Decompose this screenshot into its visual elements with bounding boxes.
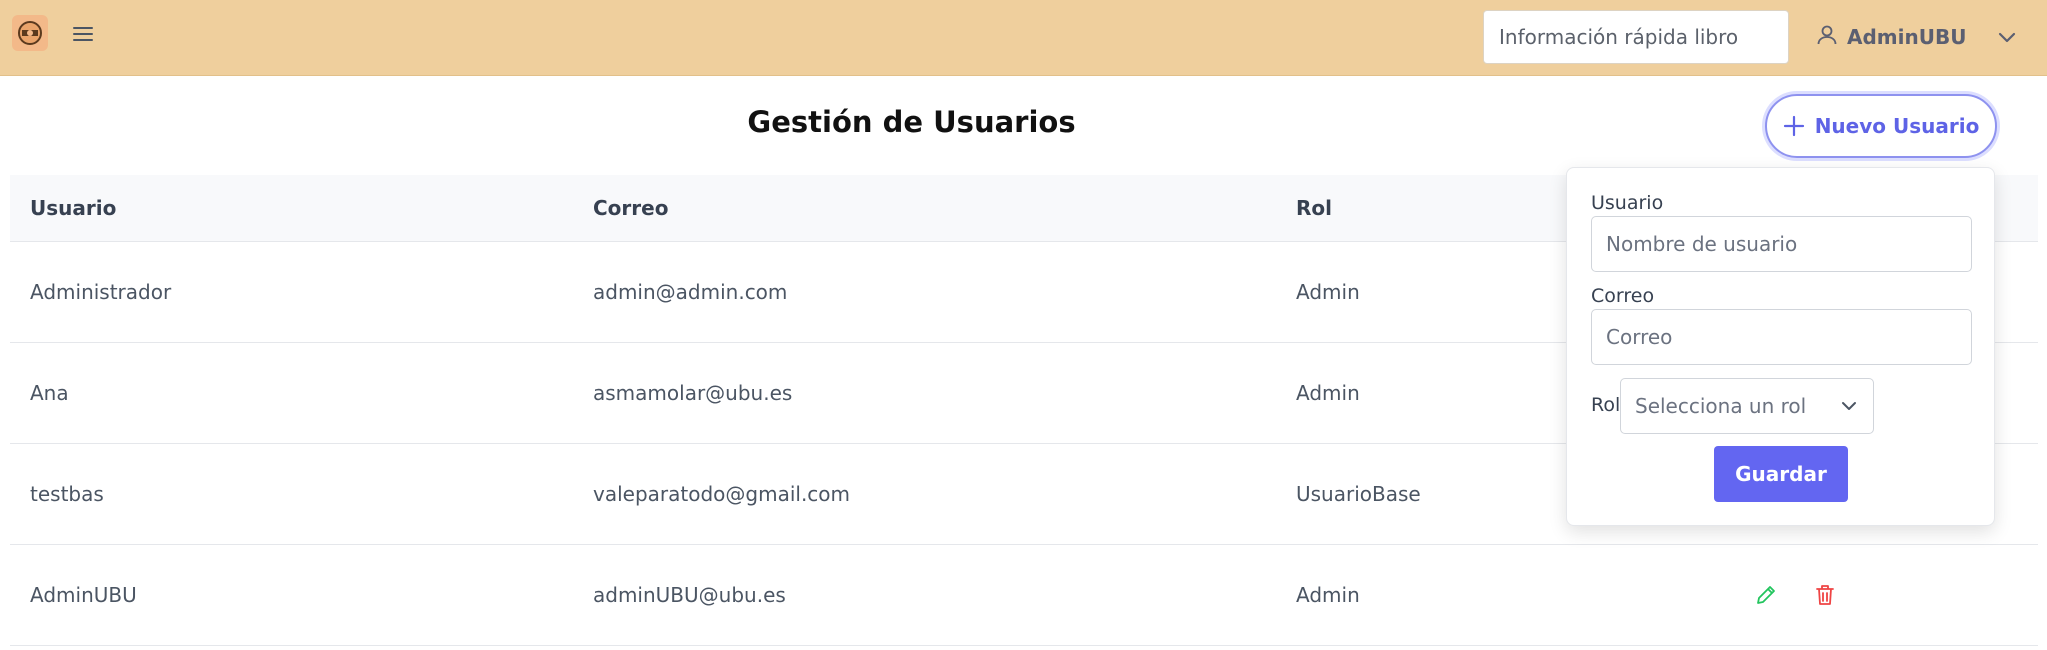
save-button[interactable]: Guardar	[1714, 446, 1848, 502]
chevron-down-icon[interactable]	[1994, 24, 2020, 50]
correo-label: Correo	[1591, 285, 1655, 307]
new-user-label: Nuevo Usuario	[1814, 114, 1980, 138]
cell-usuario: AdminUBU	[10, 544, 573, 646]
cell-actions	[1703, 544, 2038, 646]
usuario-label: Usuario	[1591, 192, 1664, 214]
username: AdminUBU	[1847, 25, 1967, 49]
cell-usuario: Administrador	[10, 241, 573, 343]
trash-icon[interactable]	[1814, 583, 1836, 607]
column-header-usuario: Usuario	[10, 175, 573, 242]
email-field[interactable]	[1591, 309, 1972, 365]
username-field[interactable]	[1591, 216, 1972, 272]
column-header-correo: Correo	[573, 175, 1276, 242]
role-select-value: Selecciona un rol	[1635, 394, 1807, 418]
page-title: Gestión de Usuarios	[747, 105, 1076, 139]
plus-icon	[1783, 115, 1805, 137]
rol-label: Rol	[1591, 394, 1621, 416]
quick-search-input[interactable]	[1483, 10, 1789, 64]
menu-icon[interactable]	[72, 23, 94, 45]
cell-rol: Admin	[1276, 544, 1703, 646]
top-navbar: AdminUBU	[0, 0, 2047, 76]
cell-correo: admin@admin.com	[573, 241, 1276, 343]
role-select[interactable]: Selecciona un rol	[1620, 378, 1874, 434]
cell-correo: asmamolar@ubu.es	[573, 342, 1276, 444]
pencil-icon[interactable]	[1754, 583, 1778, 607]
cell-correo: valeparatodo@gmail.com	[573, 443, 1276, 545]
cell-usuario: testbas	[10, 443, 573, 545]
new-user-form: Usuario Correo Rol Selecciona un rol Gua…	[1566, 167, 1995, 526]
table-row: AdminUBU adminUBU@ubu.es Admin	[10, 544, 2038, 646]
logo-icon[interactable]	[12, 15, 48, 51]
user-menu[interactable]: AdminUBU	[1815, 20, 1966, 54]
chevron-down-icon	[1839, 396, 1859, 416]
cell-usuario: Ana	[10, 342, 573, 444]
cell-correo: adminUBU@ubu.es	[573, 544, 1276, 646]
new-user-button[interactable]: Nuevo Usuario	[1765, 94, 1997, 158]
user-icon	[1815, 23, 1839, 51]
